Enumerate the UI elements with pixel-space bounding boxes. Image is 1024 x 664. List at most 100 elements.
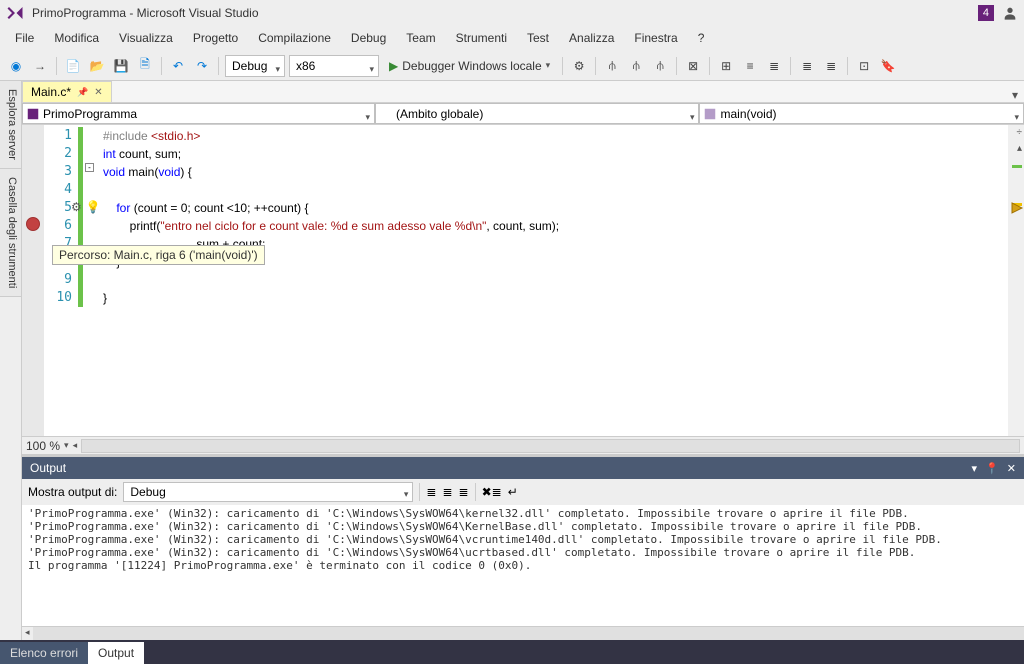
tool-button[interactable]: ≣ <box>764 56 784 76</box>
outline-gutter[interactable]: - <box>83 125 95 436</box>
file-tab-main-c[interactable]: Main.c* 📌 ✕ <box>22 81 112 102</box>
bottom-tab-output[interactable]: Output <box>88 642 144 664</box>
scroll-left-icon[interactable]: ◂ <box>73 440 78 451</box>
save-all-button[interactable]: 🗎 <box>135 56 155 76</box>
tool-button[interactable]: ⫛ <box>602 56 622 76</box>
wrap-button[interactable]: ↵ <box>508 485 518 499</box>
menu-bar: File Modifica Visualizza Progetto Compil… <box>0 25 1024 51</box>
menu-file[interactable]: File <box>6 28 43 48</box>
split-icon[interactable]: ÷ <box>1017 127 1023 138</box>
line-number-gutter: 12345678910 <box>44 125 78 436</box>
menu-help[interactable]: ? <box>689 28 714 48</box>
project-selector[interactable]: PrimoProgramma <box>22 103 375 124</box>
notification-badge[interactable]: 4 <box>978 5 994 21</box>
separator <box>790 57 791 75</box>
open-button[interactable]: 📂 <box>87 56 107 76</box>
code-actions[interactable]: ⚙ 💡 <box>71 200 101 214</box>
output-source-dropdown[interactable]: Debug <box>123 482 413 502</box>
zoom-dropdown-icon[interactable]: ▾ <box>64 440 69 451</box>
tool-button[interactable]: ≣ <box>459 485 469 499</box>
horizontal-scrollbar[interactable] <box>33 627 1024 640</box>
scroll-left-icon[interactable]: ◂ <box>22 627 33 640</box>
lightbulb-icon[interactable]: 💡 <box>86 200 101 214</box>
sidebar-tab-casella-strumenti[interactable]: Casella degli strumenti <box>0 169 21 297</box>
title-bar: PrimoProgramma - Microsoft Visual Studio… <box>0 0 1024 25</box>
function-icon <box>703 107 717 121</box>
tool-button[interactable]: ≣ <box>797 56 817 76</box>
forward-button[interactable]: → <box>30 56 50 76</box>
tool-button[interactable]: ≣ <box>426 485 436 499</box>
menu-modifica[interactable]: Modifica <box>45 28 108 48</box>
output-panel: Output ▾ 📍 ✕ Mostra output di: Debug ≣ ≣… <box>22 454 1024 640</box>
save-button[interactable]: 💾 <box>111 56 131 76</box>
menu-progetto[interactable]: Progetto <box>184 28 247 48</box>
tool-button[interactable]: ⊞ <box>716 56 736 76</box>
function-label: main(void) <box>720 107 776 121</box>
pin-icon[interactable]: 📌 <box>77 87 88 98</box>
close-icon[interactable]: ✕ <box>1007 462 1016 475</box>
menu-team[interactable]: Team <box>397 28 444 48</box>
config-dropdown[interactable]: Debug <box>225 55 285 77</box>
separator <box>676 57 677 75</box>
clear-button[interactable]: ✖≣ <box>482 485 502 499</box>
chevron-up-icon[interactable]: ▴ <box>1017 143 1022 154</box>
code-editor[interactable]: 12345678910 - #include <stdio.h>int coun… <box>22 125 1024 436</box>
output-title: Output <box>30 461 66 475</box>
scope-label: (Ambito globale) <box>396 107 483 121</box>
dropdown-icon[interactable]: ▾ <box>972 462 978 475</box>
tool-button[interactable]: ≣ <box>442 485 452 499</box>
menu-test[interactable]: Test <box>518 28 558 48</box>
separator <box>847 57 848 75</box>
tool-button[interactable]: 🔖 <box>878 56 898 76</box>
menu-strumenti[interactable]: Strumenti <box>447 28 516 48</box>
tool-button[interactable]: ⫛ <box>626 56 646 76</box>
code-body[interactable]: #include <stdio.h>int count, sum;void ma… <box>95 125 1008 436</box>
menu-analizza[interactable]: Analizza <box>560 28 623 48</box>
separator <box>595 57 596 75</box>
breakpoint-tooltip: Percorso: Main.c, riga 6 ('main(void)') <box>52 245 265 265</box>
function-selector[interactable]: main(void) <box>699 103 1024 124</box>
tool-button[interactable]: ≣ <box>821 56 841 76</box>
platform-dropdown[interactable]: x86 <box>289 55 379 77</box>
overview-ruler[interactable]: ÷ ▴ <box>1008 125 1024 436</box>
marker-icon <box>1010 201 1024 215</box>
breakpoint-marker[interactable] <box>26 217 40 231</box>
main-area: Esplora server Casella degli strumenti M… <box>0 81 1024 640</box>
separator <box>218 57 219 75</box>
menu-visualizza[interactable]: Visualizza <box>110 28 182 48</box>
tab-label: Main.c* <box>31 85 71 99</box>
pin-icon[interactable]: 📍 <box>985 462 999 475</box>
tab-dropdown-icon[interactable]: ▾ <box>1006 88 1024 102</box>
sidebar-tab-esplora-server[interactable]: Esplora server <box>0 81 21 169</box>
menu-finestra[interactable]: Finestra <box>625 28 686 48</box>
redo-button[interactable]: ↷ <box>192 56 212 76</box>
tool-button[interactable]: ⫛ <box>650 56 670 76</box>
zoom-level[interactable]: 100 % <box>26 439 60 453</box>
filter-label: Mostra output di: <box>28 485 117 499</box>
back-button[interactable]: ◉ <box>6 56 26 76</box>
tool-button[interactable]: ≡ <box>740 56 760 76</box>
breakpoint-gutter[interactable] <box>22 125 44 436</box>
output-text[interactable]: 'PrimoProgramma.exe' (Win32): caricament… <box>22 505 1024 626</box>
tool-button[interactable]: ⚙ <box>569 56 589 76</box>
tool-button[interactable]: ⊡ <box>854 56 874 76</box>
output-header: Output ▾ 📍 ✕ <box>22 457 1024 479</box>
new-file-button[interactable]: 📄 <box>63 56 83 76</box>
gear-icon[interactable]: ⚙ <box>71 200 82 214</box>
close-icon[interactable]: ✕ <box>94 87 102 98</box>
menu-debug[interactable]: Debug <box>342 28 395 48</box>
vs-logo-icon <box>6 4 24 22</box>
tool-button[interactable]: ⊠ <box>683 56 703 76</box>
bottom-tab-elenco-errori[interactable]: Elenco errori <box>0 642 88 664</box>
start-debug-button[interactable]: ▶ Debugger Windows locale ▾ <box>383 59 556 73</box>
horizontal-scrollbar[interactable] <box>81 439 1020 453</box>
editor-area: Main.c* 📌 ✕ ▾ PrimoProgramma (Ambito glo… <box>22 81 1024 640</box>
scope-selector[interactable]: (Ambito globale) <box>375 103 700 124</box>
file-tab-bar: Main.c* 📌 ✕ ▾ <box>22 81 1024 103</box>
project-label: PrimoProgramma <box>43 107 137 121</box>
user-icon[interactable] <box>1002 5 1018 21</box>
output-toolbar: Mostra output di: Debug ≣ ≣ ≣ ✖≣ ↵ <box>22 479 1024 505</box>
menu-compilazione[interactable]: Compilazione <box>249 28 340 48</box>
bottom-tab-bar: Elenco errori Output <box>0 640 1024 664</box>
undo-button[interactable]: ↶ <box>168 56 188 76</box>
